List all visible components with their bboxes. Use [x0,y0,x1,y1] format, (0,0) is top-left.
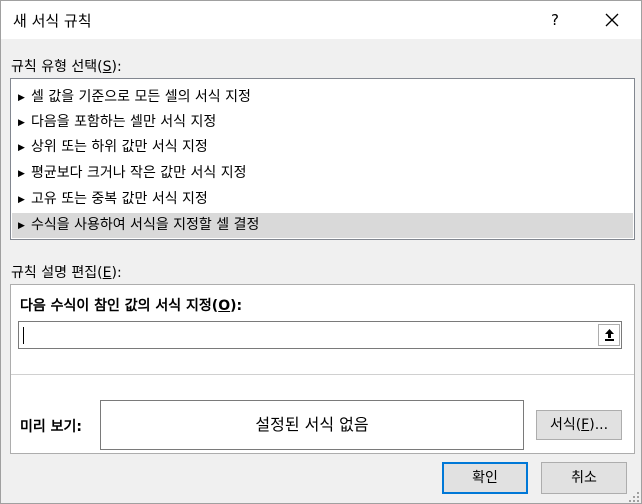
rule-type-list[interactable]: ▶ 셀 값을 기준으로 모든 셀의 서식 지정 ▶ 다음을 포함하는 셀만 서식 지… [10,78,635,240]
text-caret [23,327,24,344]
title-bar: 새 서식 규칙 ? [1,1,641,39]
rule-type-item-selected[interactable]: ▶ 수식을 사용하여 서식을 지정할 셀 결정 [12,213,633,238]
rule-type-label: 규칙 유형 선택(S): [11,59,122,75]
formula-label: 다음 수식이 참인 값의 서식 지정(O): [20,298,243,314]
help-button[interactable]: ? [535,5,575,35]
resize-grip-icon[interactable] [628,491,640,503]
formula-input[interactable] [18,321,622,349]
format-button[interactable]: 서식(F)... [536,410,622,440]
ok-button[interactable]: 확인 [442,462,528,494]
divider [11,374,634,375]
triangle-right-icon: ▶ [18,221,25,231]
rule-type-item[interactable]: ▶ 다음을 포함하는 셀만 서식 지정 [12,110,633,135]
new-format-rule-dialog: 새 서식 규칙 ? 규칙 유형 선택(S): ▶ 셀 값을 기준으로 모든 셀의 … [0,0,642,504]
rule-type-item[interactable]: ▶ 평균보다 크거나 작은 값만 서식 지정 [12,161,633,186]
rule-description-label: 규칙 설명 편집(E): [11,265,122,281]
help-label: ? [551,11,559,29]
rule-type-item[interactable]: ▶ 셀 값을 기준으로 모든 셀의 서식 지정 [12,85,633,110]
preview-text: 설정된 서식 없음 [255,415,369,434]
close-icon [605,13,619,27]
triangle-right-icon: ▶ [18,93,25,103]
rule-type-item[interactable]: ▶ 고유 또는 중복 값만 서식 지정 [12,187,633,212]
collapse-dialog-icon [605,329,614,341]
cancel-button[interactable]: 취소 [541,462,627,494]
triangle-right-icon: ▶ [18,169,25,179]
triangle-right-icon: ▶ [18,143,25,153]
triangle-right-icon: ▶ [18,195,25,205]
collapse-dialog-button[interactable] [598,324,620,346]
rule-type-item[interactable]: ▶ 상위 또는 하위 값만 서식 지정 [12,135,633,160]
rule-description-panel: 다음 수식이 참인 값의 서식 지정(O): 미리 보기: 설정된 서식 없음 … [10,284,635,454]
triangle-right-icon: ▶ [18,118,25,128]
dialog-title: 새 서식 규칙 [13,12,92,30]
preview-label: 미리 보기: [20,419,82,435]
close-button[interactable] [591,5,633,35]
preview-box: 설정된 서식 없음 [100,400,524,450]
